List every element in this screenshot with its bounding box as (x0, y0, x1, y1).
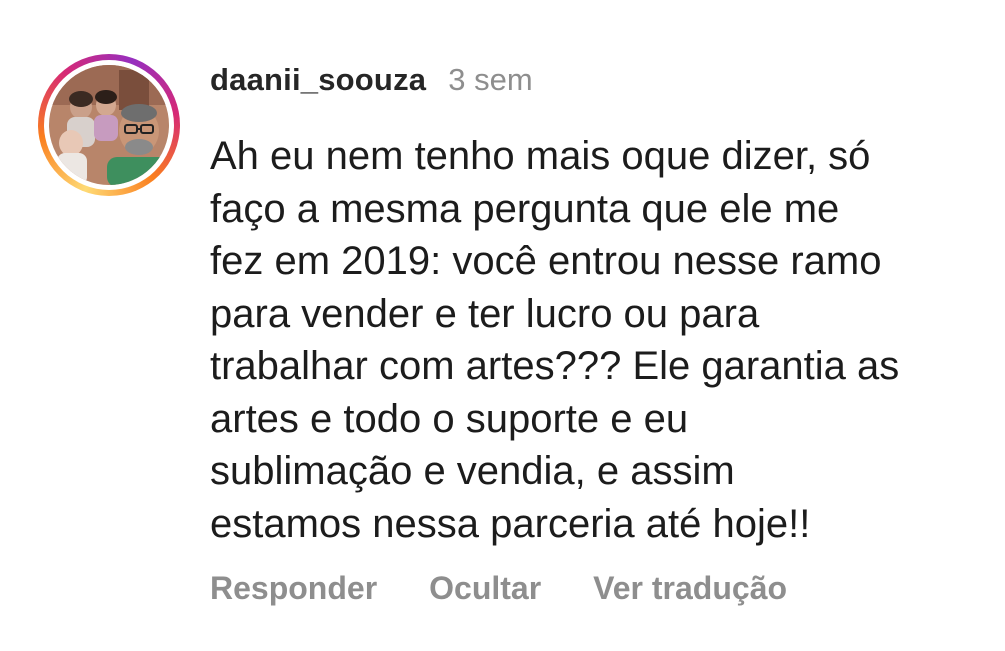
avatar-photo (49, 65, 169, 185)
comment-text: Ah eu nem tenho mais oque dizer, só faço… (210, 130, 990, 550)
comment-text-line: trabalhar com artes??? Ele garantia as (210, 344, 900, 388)
comment-text-line: Ah eu nem tenho mais oque dizer, só (210, 134, 871, 178)
hide-button[interactable]: Ocultar (429, 570, 541, 607)
comment: daanii_soouza 3 sem Ah eu nem tenho mais… (0, 0, 1005, 651)
comment-text-line: estamos nessa parceria até hoje!! (210, 501, 811, 546)
comment-text-line: fez em 2019: você entrou nesse ramo (210, 239, 882, 283)
comment-actions: Responder Ocultar Ver tradução (210, 570, 787, 607)
avatar-story-ring[interactable] (38, 54, 180, 196)
timestamp: 3 sem (448, 62, 533, 97)
avatar-ring-gap (44, 60, 174, 190)
translate-button[interactable]: Ver tradução (593, 570, 787, 607)
comment-text-line: sublimação e vendia, e assim (210, 449, 735, 493)
comment-text-line: faço a mesma pergunta que ele me (210, 186, 840, 231)
avatar[interactable] (49, 65, 169, 185)
username-link[interactable]: daanii_soouza (210, 62, 426, 98)
reply-button[interactable]: Responder (210, 570, 377, 607)
comment-header: daanii_soouza 3 sem (210, 62, 533, 98)
comment-text-line: artes e todo o suporte e eu (210, 396, 689, 441)
comment-text-line: para vender e ter lucro ou para (210, 291, 760, 336)
